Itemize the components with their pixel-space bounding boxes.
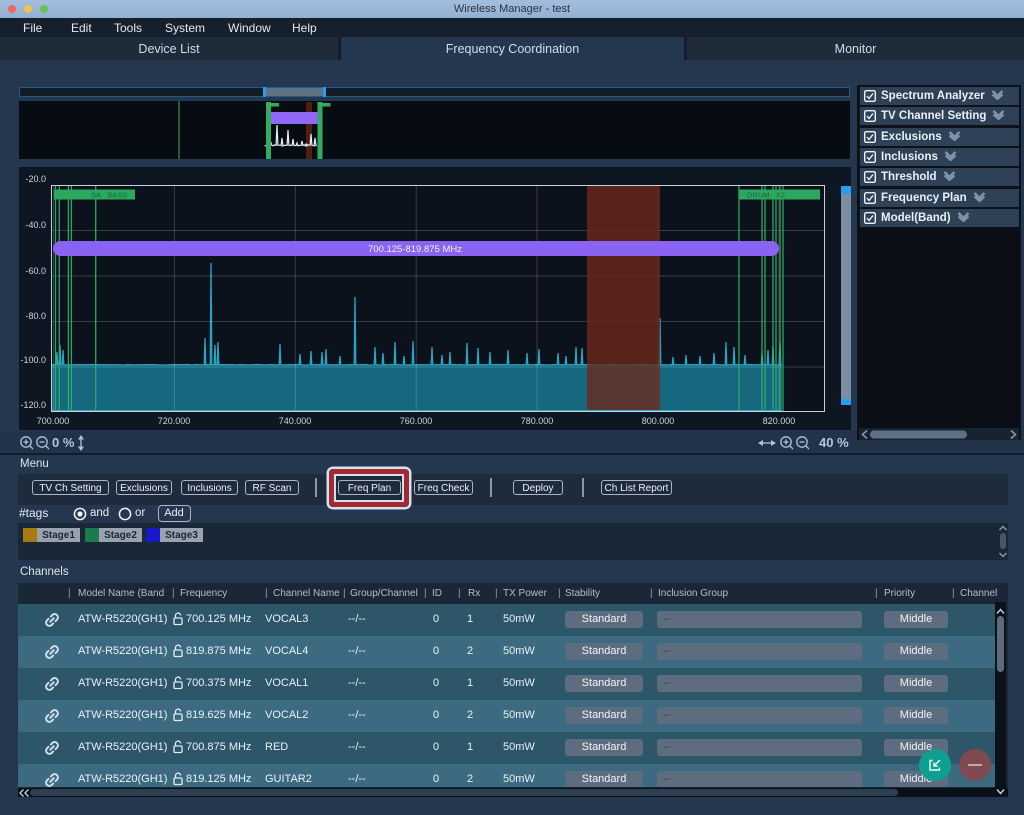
svg-text:DRUM X2: DRUM X2 xyxy=(747,191,785,200)
svg-text:700.125-819.875 MHz: 700.125-819.875 MHz xyxy=(368,244,462,255)
svg-text:SA BASS: SA BASS xyxy=(91,191,127,200)
